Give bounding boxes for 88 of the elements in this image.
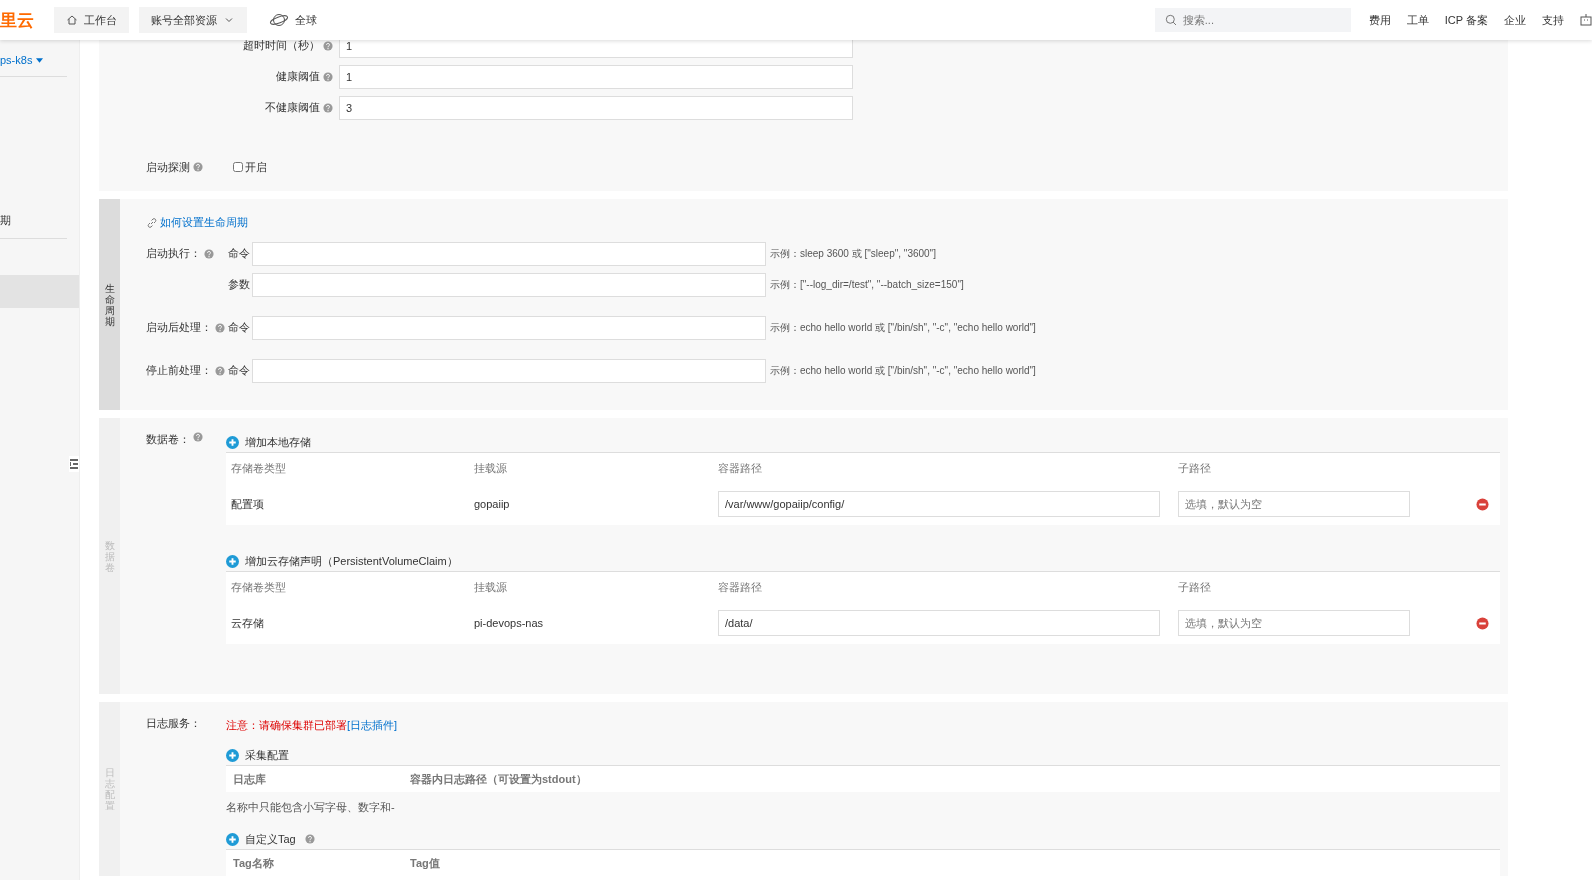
help-icon[interactable] <box>304 834 315 844</box>
field-label: 停止前处理： <box>146 363 212 378</box>
column-header: 挂载源 <box>474 579 508 595</box>
top-link[interactable]: ICP 备案 <box>1444 12 1488 28</box>
field-label: 日志服务： <box>146 716 201 731</box>
add-link[interactable]: 自定义Tag <box>245 831 296 847</box>
field-label: 命令 <box>228 246 250 261</box>
section-tab[interactable]: 生命周期 <box>99 199 120 410</box>
robot-icon[interactable] <box>1580 14 1592 26</box>
remove-icon[interactable] <box>1476 616 1489 630</box>
column-header: 容器路径 <box>718 579 763 595</box>
input-field[interactable]: 选填，默认为空 <box>1178 491 1410 517</box>
add-link[interactable]: 采集配置 <box>245 747 289 763</box>
resource-dropdown[interactable]: 账号全部资源 <box>139 7 247 33</box>
top-link[interactable]: 支持 <box>1542 12 1564 28</box>
column-header: 子路径 <box>1178 579 1212 595</box>
input-field[interactable]: /var/www/gopaiip/config/ <box>718 491 1160 517</box>
caret-icon <box>36 57 44 63</box>
help-icon[interactable] <box>215 322 225 333</box>
column-header: 存储卷类型 <box>231 460 287 476</box>
example-hint: 示例：["--log_dir=/test", "--batch_size=150"] <box>770 277 964 292</box>
home-icon <box>66 14 78 26</box>
sidebar-item[interactable]: 期 <box>0 213 67 239</box>
field-label: 不健康阈值 <box>264 100 320 115</box>
example-hint: 示例：echo hello world 或 ["/bin/sh", "-c", "echo hello world"] <box>770 320 1036 335</box>
column-header: 容器内日志路径（可设置为stdout） <box>410 771 587 787</box>
top-link[interactable]: 企业 <box>1504 12 1526 28</box>
cluster-selector[interactable]: ps-k8s <box>0 54 67 77</box>
column-header: Tag值 <box>410 855 440 871</box>
input-field[interactable] <box>252 315 766 340</box>
help-icon[interactable] <box>323 102 333 113</box>
input-field[interactable]: /data/ <box>718 610 1160 636</box>
field-label: 超时时间（秒） <box>242 40 320 53</box>
input-field[interactable]: 1 <box>339 64 853 89</box>
plugin-link[interactable]: [日志插件] <box>347 719 398 731</box>
hint-text: 名称中只能包含小写字母、数字和- <box>226 800 396 815</box>
help-link[interactable]: 如何设置生命周期 <box>160 215 248 230</box>
add-icon[interactable] <box>226 748 239 762</box>
add-link[interactable]: 增加本地存储 <box>245 434 311 450</box>
warning-text: 注意：请确保集群已部署[日志插件] <box>226 718 399 733</box>
add-icon[interactable] <box>226 435 239 449</box>
field-label: 参数 <box>228 277 250 292</box>
help-icon[interactable] <box>193 432 203 442</box>
globe-icon <box>269 12 289 28</box>
input-field[interactable] <box>252 358 766 383</box>
add-icon[interactable] <box>226 554 239 568</box>
field-label: 命令 <box>228 363 250 378</box>
collapse-icon[interactable] <box>69 456 79 472</box>
top-link[interactable]: 工单 <box>1406 12 1429 28</box>
column-header: 子路径 <box>1178 460 1212 476</box>
search-field[interactable]: 搜索... <box>1154 8 1351 32</box>
table-cell: 云存储 <box>231 616 264 629</box>
table-cell: gopaiip <box>474 498 510 510</box>
help-icon[interactable] <box>323 40 333 51</box>
region-button[interactable]: 全球 <box>257 7 329 33</box>
field-label: 启动后处理： <box>146 320 212 335</box>
column-header: 存储卷类型 <box>231 579 287 595</box>
input-field[interactable]: 1 <box>339 40 853 58</box>
input-field[interactable]: 选填，默认为空 <box>1178 610 1410 636</box>
table-cell: 配置项 <box>231 497 264 510</box>
field-label: 数据卷： <box>146 432 190 447</box>
field-label: 命令 <box>228 320 250 335</box>
column-header: 挂载源 <box>474 460 508 476</box>
help-icon[interactable] <box>204 248 214 259</box>
help-icon[interactable] <box>323 71 333 82</box>
field-label: 健康阈值 <box>275 69 320 84</box>
help-icon[interactable] <box>193 162 203 172</box>
remove-icon[interactable] <box>1476 497 1489 511</box>
help-icon[interactable] <box>215 365 225 376</box>
checkbox-label[interactable]: 开启 <box>245 159 267 175</box>
field-label: 启动探测 <box>146 159 190 175</box>
top-link[interactable]: 费用 <box>1368 12 1391 28</box>
add-link[interactable]: 增加云存储声明（PersistentVolumeClaim） <box>245 553 458 569</box>
column-header: Tag名称 <box>233 855 275 871</box>
add-icon[interactable] <box>226 832 239 846</box>
workbench-button[interactable]: 工作台 <box>54 7 129 33</box>
link-icon <box>146 216 158 229</box>
checkbox[interactable] <box>233 162 243 172</box>
column-header: 日志库 <box>233 771 267 787</box>
input-field[interactable] <box>252 272 766 297</box>
example-hint: 示例：sleep 3600 或 ["sleep", "3600"] <box>770 246 936 261</box>
table-cell: pi-devops-nas <box>474 617 544 629</box>
column-header: 容器路径 <box>718 460 763 476</box>
example-hint: 示例：echo hello world 或 ["/bin/sh", "-c", "echo hello world"] <box>770 363 1036 378</box>
search-icon <box>1164 14 1177 26</box>
input-field[interactable]: 3 <box>339 95 853 120</box>
field-label: 启动执行： <box>146 246 201 261</box>
input-field[interactable] <box>252 241 766 266</box>
